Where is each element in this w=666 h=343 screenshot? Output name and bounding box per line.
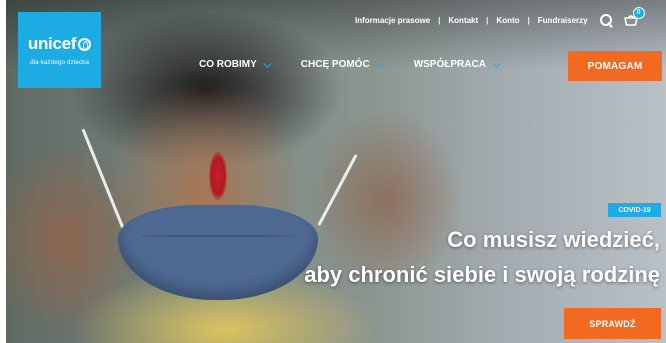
check-button[interactable]: SPRAWDŹ [564, 308, 661, 339]
separator: | [438, 15, 441, 25]
headline-line-2: aby chronić siebie i swoją rodzinę [304, 262, 660, 287]
face-mask [118, 205, 318, 300]
basket-icon[interactable]: 0 [623, 6, 645, 26]
logo-wordmark: unicef [27, 34, 77, 53]
headline-line-1: Co musisz wiedzieć, [447, 227, 660, 252]
util-link-press[interactable]: Informacje prasowe [355, 16, 430, 25]
util-link-account[interactable]: Konto [496, 16, 519, 25]
separator: | [527, 15, 530, 25]
chevron-down-icon [375, 58, 385, 68]
chevron-down-icon [262, 58, 272, 68]
main-nav: CO ROBIMY CHCĘ POMÓC WSPÓŁPRACA [199, 58, 501, 70]
tika-mark [209, 152, 227, 200]
separator: | [486, 15, 489, 25]
nav-item-co-robimy[interactable]: CO ROBIMY [199, 58, 272, 70]
donate-button[interactable]: POMAGAM [568, 51, 662, 81]
util-link-contact[interactable]: Kontakt [448, 16, 478, 25]
mask-strap-right [317, 153, 358, 227]
nav-item-chce-pomoc[interactable]: CHCĘ POMÓC [300, 58, 385, 70]
basket-count-badge: 0 [632, 6, 645, 19]
hero-image [6, 0, 666, 343]
covid-tag[interactable]: COVID-19 [608, 203, 661, 217]
nav-item-label: CHCĘ POMÓC [300, 59, 370, 70]
nav-item-label: WSPÓŁPRACA [413, 59, 486, 70]
unicef-logo[interactable]: unicef dla każdego dziecka [18, 12, 101, 88]
util-link-fundraisers[interactable]: Fundraiserzy [538, 16, 588, 25]
mask-strap-left [81, 128, 126, 232]
globe-icon [78, 37, 92, 51]
nav-item-wspolpraca[interactable]: WSPÓŁPRACA [413, 58, 501, 70]
search-icon[interactable] [599, 14, 612, 26]
hero-headline: Co musisz wiedzieć, aby chronić siebie i… [304, 225, 660, 291]
nav-item-label: CO ROBIMY [199, 59, 257, 70]
logo-tagline: dla każdego dziecka [30, 59, 89, 66]
utility-nav: Informacje prasowe | Kontakt | Konto | F… [355, 6, 645, 26]
